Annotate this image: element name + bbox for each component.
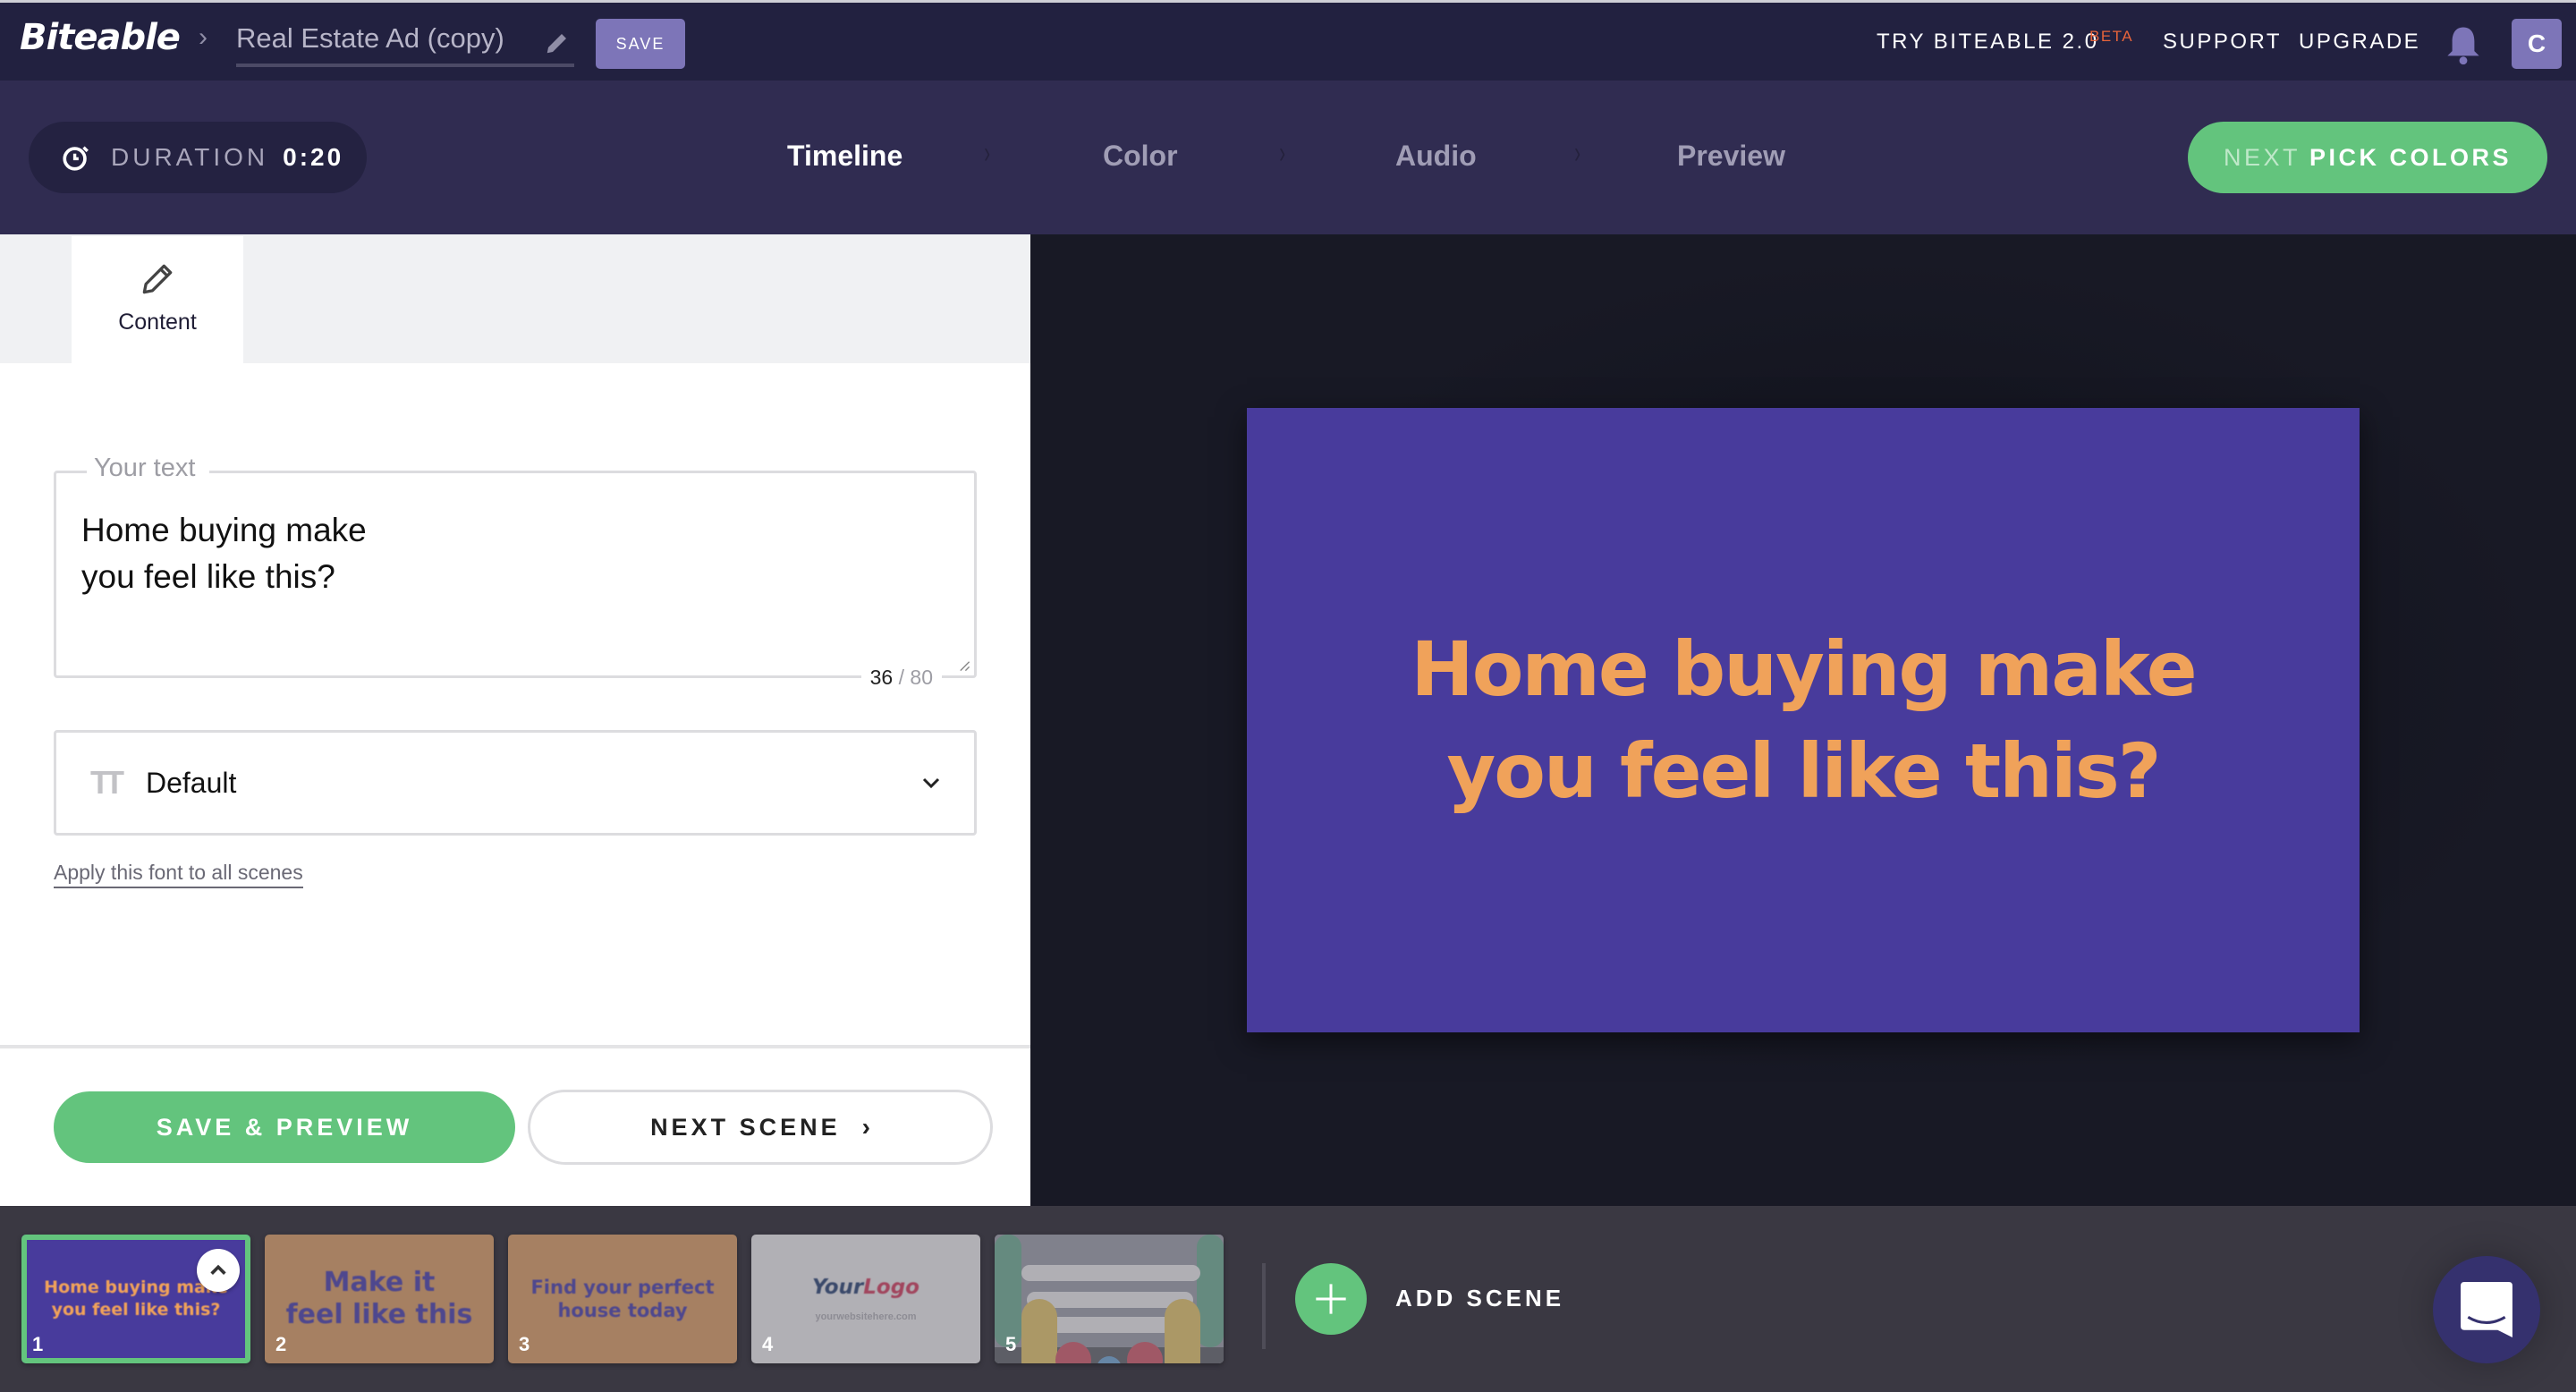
placeholder-website: yourwebsitehere.com	[815, 1311, 917, 1322]
project-title-input[interactable]: Real Estate Ad (copy)	[236, 22, 574, 67]
scene-thumbnail-2[interactable]: Make it feel like this 2	[265, 1235, 494, 1363]
scene-number: 4	[762, 1333, 774, 1355]
plus-icon	[1316, 1284, 1346, 1314]
tab-content[interactable]: Content	[72, 236, 243, 363]
save-button[interactable]: SAVE	[596, 19, 685, 69]
scene-number: 5	[1005, 1333, 1017, 1355]
duration-pill: DURATION 0:20	[29, 122, 367, 193]
char-max: / 80	[898, 666, 933, 689]
add-scene-label[interactable]: ADD SCENE	[1395, 1285, 1564, 1312]
pencil-icon	[142, 264, 173, 294]
scene-thumbnail-text: Find your perfect house today	[530, 1277, 715, 1321]
chat-bubble-icon	[2461, 1282, 2512, 1337]
stopwatch-icon	[63, 146, 89, 171]
resize-handle-icon[interactable]	[958, 659, 970, 672]
beta-badge: BETA	[2089, 28, 2134, 45]
next-scene-button[interactable]: NEXT SCENE ›	[528, 1090, 993, 1165]
try-biteable-2-link[interactable]: TRY BITEABLE 2.0	[1877, 30, 2099, 55]
step-preview[interactable]: Preview	[1677, 140, 1785, 173]
chevron-right-icon: ›	[861, 1113, 870, 1141]
duration-value: 0:20	[283, 143, 344, 171]
canvas-headline: Home buying make you feel like this?	[1411, 625, 2197, 815]
tab-content-label: Content	[118, 310, 197, 335]
scene-thumbnail-5[interactable]: 5	[995, 1235, 1224, 1363]
step-color[interactable]: Color	[1103, 140, 1178, 173]
step-audio[interactable]: Audio	[1395, 140, 1477, 173]
your-text-field: Your text Home buying make you feel like…	[54, 454, 977, 690]
support-chat-button[interactable]	[2433, 1256, 2540, 1363]
filmstrip-divider	[1262, 1263, 1266, 1349]
scene-text-input[interactable]: Home buying make you feel like this?	[81, 507, 886, 641]
preview-area: Home buying make you feel like this?	[1030, 234, 2576, 1206]
logo-your: Your	[812, 1276, 864, 1299]
duration-label: DURATION	[111, 143, 269, 171]
font-select[interactable]: TT Default	[54, 730, 977, 836]
next-prefix: NEXT	[2223, 143, 2301, 171]
scene-thumbnail-3[interactable]: Find your perfect house today 3	[508, 1235, 737, 1363]
editor-tab-strip: Content	[0, 234, 1030, 363]
save-and-preview-button[interactable]: SAVE & PREVIEW	[54, 1091, 515, 1163]
next-scene-label: NEXT SCENE	[650, 1113, 841, 1141]
scene-filmstrip: Home buying make you feel like this? 1 M…	[0, 1206, 2576, 1392]
scene-editor-panel: Content Your text Home buying make you f…	[0, 234, 1030, 1206]
font-select-value: Default	[145, 766, 237, 799]
pencil-icon[interactable]	[544, 30, 571, 56]
character-counter: 36 / 80	[860, 666, 942, 690]
char-count: 36	[869, 666, 894, 689]
next-pick-colors-button[interactable]: NEXT PICK COLORS	[2188, 122, 2547, 193]
placeholder-logo: YourLogo	[751, 1276, 980, 1299]
support-link[interactable]: SUPPORT	[2163, 30, 2282, 55]
your-text-label: Your text	[87, 454, 210, 483]
user-avatar[interactable]: C	[2512, 19, 2562, 69]
next-label: PICK COLORS	[2309, 143, 2512, 171]
breadcrumb-separator-icon: ›	[199, 22, 208, 52]
collapse-button[interactable]	[197, 1249, 240, 1292]
scene-number: 1	[32, 1333, 44, 1355]
scene-thumbnail-4[interactable]: YourLogo yourwebsitehere.com 4	[751, 1235, 980, 1363]
chevron-down-icon	[922, 777, 940, 789]
panel-divider	[0, 1045, 1030, 1048]
scene-canvas[interactable]: Home buying make you feel like this?	[1247, 408, 2360, 1032]
add-scene-button[interactable]	[1295, 1263, 1367, 1335]
apply-font-all-scenes-link[interactable]: Apply this font to all scenes	[54, 861, 303, 888]
chevron-right-icon: ›	[1574, 136, 1581, 170]
biteable-logo[interactable]: Biteable	[20, 17, 181, 58]
scene-number: 3	[519, 1333, 530, 1355]
chevron-right-icon: ›	[1279, 136, 1286, 170]
scene-number: 2	[275, 1333, 287, 1355]
bell-icon[interactable]	[2444, 24, 2483, 65]
chevron-up-icon	[210, 1264, 226, 1275]
step-navigation: DURATION 0:20 Timeline › Color › Audio ›…	[0, 81, 2576, 234]
text-size-icon: TT	[90, 764, 124, 801]
scene-illustration	[995, 1235, 1224, 1363]
logo-logo: Logo	[863, 1276, 919, 1299]
upgrade-link[interactable]: UPGRADE	[2299, 30, 2420, 55]
top-bar: Biteable › Real Estate Ad (copy) SAVE TR…	[0, 0, 2576, 81]
step-timeline[interactable]: Timeline	[787, 140, 902, 173]
scene-thumbnail-1[interactable]: Home buying make you feel like this? 1	[21, 1235, 250, 1363]
chevron-right-icon: ›	[984, 136, 991, 170]
scene-thumbnail-text: Make it feel like this	[285, 1267, 473, 1330]
